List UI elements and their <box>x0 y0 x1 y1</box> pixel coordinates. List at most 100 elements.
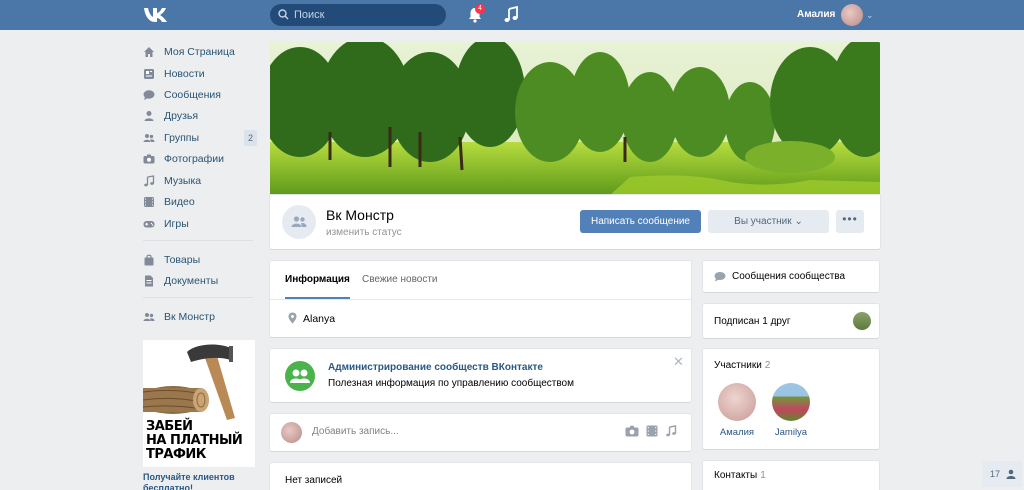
location-pin-icon <box>288 312 297 324</box>
top-bar: 4 Амалия ⌄ <box>0 0 1024 30</box>
subscribed-friends-block[interactable]: Подписан 1 друг <box>703 304 879 338</box>
bag-icon <box>144 254 154 266</box>
chat-button[interactable]: 17 <box>982 461 1022 487</box>
subscribed-friends-label: Подписан 1 друг <box>714 316 791 327</box>
chevron-down-icon[interactable]: ⌄ <box>866 10 874 21</box>
ad-line: ТРАФИК <box>146 447 206 462</box>
more-actions-button[interactable]: ••• <box>836 210 864 233</box>
sidebar-divider <box>143 240 253 241</box>
document-icon <box>145 275 153 287</box>
sidebar-item-news[interactable]: Новости <box>143 64 255 84</box>
members-title: Участники <box>714 360 762 371</box>
camera-icon <box>143 154 155 164</box>
post-attach-tools <box>625 425 677 437</box>
members-count: 2 <box>764 360 771 371</box>
community-icon <box>285 361 315 391</box>
sidebar-item-label: Новости <box>164 68 205 80</box>
post-input[interactable]: Добавить запись... <box>312 426 399 437</box>
edit-status-link[interactable]: изменить статус <box>326 227 402 238</box>
group-header: Вк Монстр изменить статус Написать сообщ… <box>270 195 880 249</box>
no-posts-label: Нет записей <box>285 475 343 486</box>
contacts-title: Контакты <box>714 470 758 481</box>
membership-button[interactable]: Вы участник ⌄ <box>708 210 829 233</box>
promo-title-link[interactable]: Администрирование сообществ ВКонтакте <box>328 362 543 373</box>
tab-fresh-news[interactable]: Свежие новости <box>362 261 438 299</box>
sidebar-item-label: Группы <box>164 132 199 144</box>
music-icon[interactable] <box>503 6 519 24</box>
write-message-button[interactable]: Написать сообщение <box>580 210 701 233</box>
gamepad-icon <box>143 221 155 228</box>
ad-line: ЗАБЕЙ <box>146 419 193 434</box>
notification-badge: 4 <box>475 4 485 14</box>
vk-logo-icon[interactable] <box>143 5 169 25</box>
sidebar-item-documents[interactable]: Документы <box>143 271 255 291</box>
sidebar-item-messages[interactable]: Сообщения <box>143 85 255 105</box>
new-post-box[interactable]: Добавить запись... <box>270 414 691 451</box>
user-icon <box>1006 469 1016 479</box>
sidebar-item-friends[interactable]: Друзья <box>143 106 255 126</box>
contacts-count: 1 <box>760 470 766 481</box>
sidebar-item-label: Видео <box>164 196 195 208</box>
music-icon[interactable] <box>665 425 677 437</box>
members-header[interactable]: Участники 2 <box>714 360 770 371</box>
group-cover-image <box>270 42 880 195</box>
sidebar-ad[interactable]: ЗАБЕЙ НА ПЛАТНЫЙ ТРАФИК <box>143 340 255 467</box>
group-icon <box>143 313 155 321</box>
members-block: Участники 2 Амалия Jamilya <box>703 349 879 449</box>
tabs-divider <box>270 299 691 300</box>
sidebar-item-games[interactable]: Игры <box>143 214 255 234</box>
news-icon <box>144 69 154 79</box>
sidebar-item-photos[interactable]: Фотографии <box>143 149 255 169</box>
camera-icon[interactable] <box>625 425 639 437</box>
sidebar-item-goods[interactable]: Товары <box>143 250 255 270</box>
music-icon <box>144 175 155 187</box>
messages-icon <box>714 272 726 282</box>
groups-count-badge: 2 <box>244 130 257 146</box>
search-icon <box>278 9 289 20</box>
community-messages-link[interactable]: Сообщения сообщества <box>703 261 879 292</box>
ad-caption[interactable]: Получайте клиентов бесплатно! <box>143 472 255 490</box>
community-messages-label: Сообщения сообщества <box>732 271 846 282</box>
avatar <box>772 383 810 421</box>
sidebar-item-video[interactable]: Видео <box>143 192 255 212</box>
sidebar-item-label: Музыка <box>164 175 202 187</box>
sidebar-item-label: Сообщения <box>164 89 221 101</box>
sidebar-item-label: Игры <box>164 218 189 230</box>
sidebar-item-label: Моя Страница <box>164 46 235 58</box>
location-text: Alanya <box>303 313 336 325</box>
member-name: Jamilya <box>774 427 808 438</box>
friend-avatar[interactable] <box>853 312 871 330</box>
sidebar-item-label: Друзья <box>164 110 199 122</box>
admin-promo-block: Администрирование сообществ ВКонтакте По… <box>270 349 691 402</box>
sidebar-divider <box>143 297 253 298</box>
video-icon[interactable] <box>646 425 658 437</box>
promo-description: Полезная информация по управлению сообще… <box>328 378 574 389</box>
user-avatar[interactable] <box>841 4 863 26</box>
member-item[interactable]: Jamilya <box>761 383 821 438</box>
sidebar-item-label: Товары <box>164 254 201 266</box>
close-icon[interactable]: ✕ <box>673 354 684 370</box>
groups-icon <box>143 134 155 142</box>
hammer-and-log-image <box>143 344 235 420</box>
sidebar-item-label: Фотографии <box>164 153 225 165</box>
search-box[interactable] <box>270 4 446 26</box>
sidebar-item-music[interactable]: Музыка <box>143 171 255 191</box>
sidebar-item-groups[interactable]: Группы 2 <box>143 128 257 148</box>
member-item[interactable]: Амалия <box>707 383 767 438</box>
search-input[interactable] <box>294 4 439 26</box>
user-name[interactable]: Амалия <box>797 9 835 20</box>
wall-block: Нет записей <box>270 463 691 490</box>
group-avatar[interactable] <box>282 205 316 239</box>
group-icon <box>291 216 307 227</box>
avatar <box>281 422 302 443</box>
contacts-block: Контакты 1 <box>703 461 879 490</box>
sidebar-item-label: Вк Монстр <box>164 311 215 323</box>
ad-line: НА ПЛАТНЫЙ <box>146 433 243 448</box>
tab-info[interactable]: Информация <box>285 261 350 299</box>
sidebar-item-my-page[interactable]: Моя Страница <box>143 42 255 62</box>
ad-headline: ЗАБЕЙ НА ПЛАТНЫЙ ТРАФИК <box>146 419 243 462</box>
sidebar-item-vk-monster[interactable]: Вк Монстр <box>143 307 255 327</box>
chat-count: 17 <box>990 469 1001 479</box>
member-name: Амалия <box>719 427 755 438</box>
contacts-header[interactable]: Контакты 1 <box>714 470 766 481</box>
